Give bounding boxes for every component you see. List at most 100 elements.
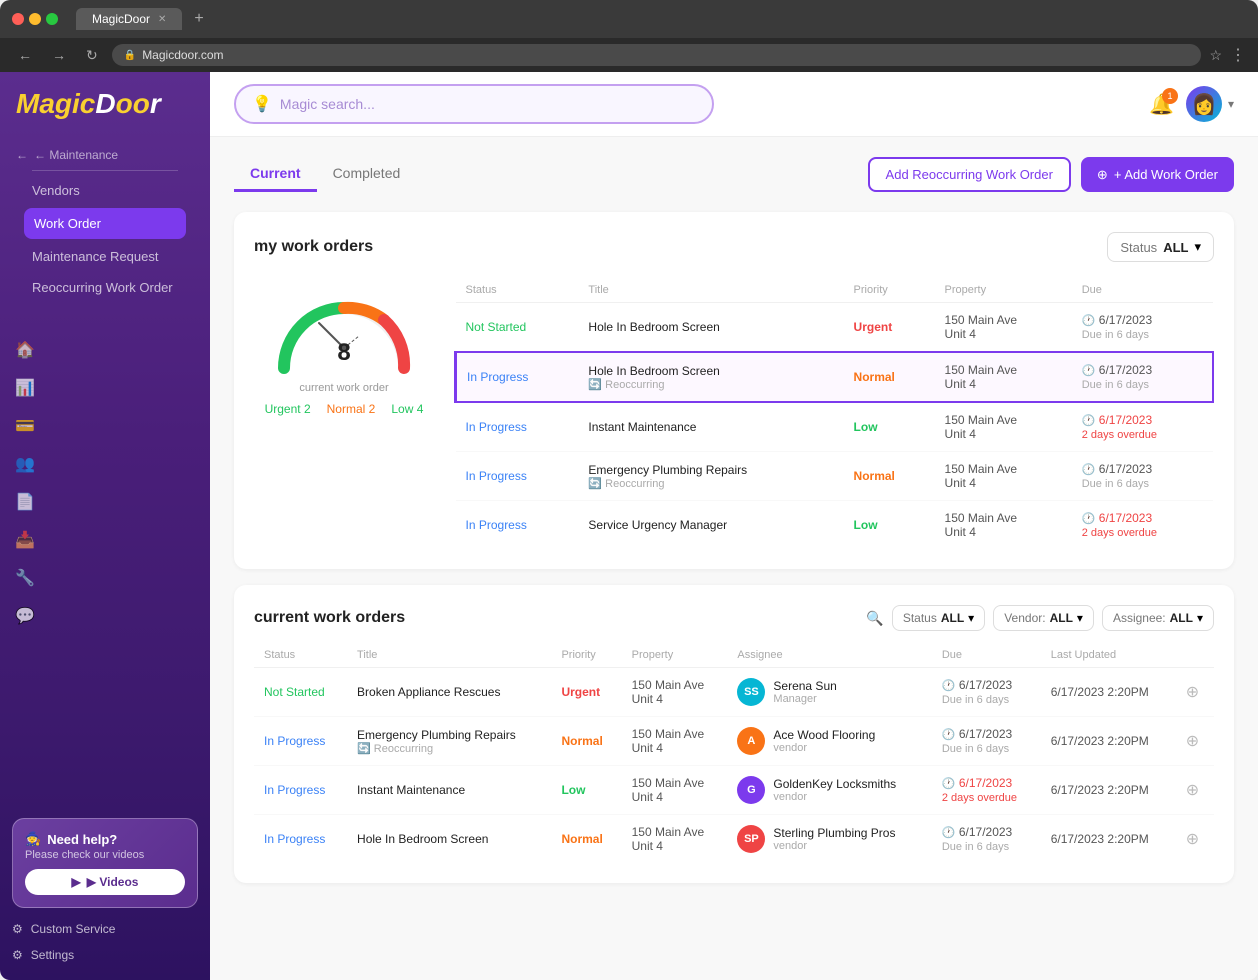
maximize-dot[interactable] — [46, 13, 58, 25]
tools-icon: 🔧 — [16, 569, 34, 587]
help-title: 🧙 Need help? — [25, 831, 185, 847]
tab-current[interactable]: Current — [234, 157, 317, 192]
forward-button[interactable]: → — [46, 45, 72, 65]
col-due: Due — [1072, 278, 1213, 303]
user-avatar-button[interactable]: 👩 ▾ — [1186, 86, 1234, 122]
assignee-info: Sterling Plumbing Pros vendor — [773, 826, 895, 852]
cwo-search-icon[interactable]: 🔍 — [866, 610, 883, 627]
nav-back-maintenance[interactable]: ← ← Maintenance — [16, 148, 194, 162]
row-action-icon[interactable]: ⊕ — [1186, 733, 1199, 750]
sidebar-item-work-order[interactable]: Work Order — [24, 208, 186, 239]
cwo-status-filter[interactable]: Status ALL ▾ — [892, 605, 985, 631]
last-updated-cell: 6/17/2023 2:20PM — [1051, 685, 1149, 699]
add-reoccurring-button[interactable]: Add Reoccurring Work Order — [868, 157, 1071, 192]
property-cell: 150 Main AveUnit 4 — [945, 462, 1018, 490]
chat-icon: 💬 — [16, 607, 34, 625]
sidebar-nav: ← ← Maintenance Vendors Work Order Maint… — [0, 132, 210, 806]
priority-badge: Low — [854, 518, 878, 532]
tab-completed[interactable]: Completed — [317, 157, 417, 192]
table-row[interactable]: In Progress Hole In Bedroom Screen 🔄 Reo… — [456, 352, 1214, 402]
back-button[interactable]: ← — [12, 45, 38, 65]
property-cell: 150 Main AveUnit 4 — [945, 363, 1018, 391]
property-cell: 150 Main AveUnit 4 — [945, 413, 1018, 441]
assignee-avatar: G — [737, 776, 765, 804]
assignee-info: Ace Wood Flooring vendor — [773, 728, 875, 754]
sidebar-item-maintenance-request[interactable]: Maintenance Request — [16, 241, 194, 272]
bookmark-icon[interactable]: ☆ — [1209, 47, 1222, 64]
priority-badge: Normal — [854, 370, 895, 384]
home-icon: 🏠 — [16, 341, 34, 359]
sidebar-divider — [32, 170, 178, 171]
row-action-icon[interactable]: ⊕ — [1186, 782, 1199, 799]
title-cell: Service Urgency Manager — [588, 518, 727, 532]
new-tab-button[interactable]: + — [194, 10, 203, 28]
gauge-number-text: 8 — [337, 339, 350, 366]
assignee-info: Serena Sun Manager — [773, 679, 836, 705]
address-bar[interactable]: 🔒 Magicdoor.com — [112, 44, 1202, 66]
nav-item-billing[interactable]: 💳 — [0, 407, 210, 445]
videos-button[interactable]: ▶ ▶ Videos — [25, 869, 185, 895]
table-row[interactable]: In Progress Instant Maintenance Low 150 … — [456, 402, 1214, 452]
status-badge: Not Started — [466, 320, 527, 334]
list-item[interactable]: In Progress Instant Maintenance Low 150 … — [254, 766, 1214, 815]
due-cell: 🕐 6/17/2023 Due in 6 days — [942, 727, 1012, 755]
sidebar-item-reoccurring-work-order[interactable]: Reoccurring Work Order — [16, 272, 194, 303]
custom-service-item[interactable]: ⚙ Custom Service — [12, 916, 198, 942]
cwo-status-value: ALL — [941, 611, 964, 625]
list-item[interactable]: In Progress Emergency Plumbing Repairs 🔄… — [254, 717, 1214, 766]
nav-item-home[interactable]: 🏠 — [0, 331, 210, 369]
cwo-vendor-filter[interactable]: Vendor: ALL ▾ — [993, 605, 1094, 631]
sidebar: MagicDoor ← ← Maintenance Vendors Work O… — [0, 72, 210, 980]
list-item[interactable]: Not Started Broken Appliance Rescues Urg… — [254, 668, 1214, 717]
add-work-order-button[interactable]: ⊕ + Add Work Order — [1081, 157, 1234, 192]
cwo-assignee-label: Assignee: — [1113, 611, 1166, 625]
due-cell-overdue: 🕐 6/17/2023 2 days overdue — [1082, 511, 1157, 539]
close-dot[interactable] — [12, 13, 24, 25]
gauge-area: 8 current work order Urgent 2 Normal 2 L… — [254, 278, 434, 416]
work-order-label: Work Order — [34, 216, 101, 231]
table-row[interactable]: In Progress Emergency Plumbing Repairs 🔄… — [456, 452, 1214, 501]
tab-title: MagicDoor — [92, 12, 150, 26]
browser-menu-icon[interactable]: ⋮ — [1230, 45, 1246, 65]
settings-item[interactable]: ⚙ Settings — [12, 942, 198, 968]
window-controls[interactable] — [12, 13, 58, 25]
due-cell: 🕐 6/17/2023 Due in 6 days — [1082, 363, 1152, 391]
nav-item-chat[interactable]: 💬 — [0, 597, 210, 635]
search-input[interactable] — [280, 96, 696, 112]
nav-item-lease[interactable]: 📄 — [0, 483, 210, 521]
current-work-orders-section: current work orders 🔍 Status ALL ▾ Vendo… — [234, 585, 1234, 883]
reoccurring-label: Reoccurring Work Order — [32, 280, 173, 295]
search-box[interactable]: 💡 — [234, 84, 714, 124]
row-action-icon[interactable]: ⊕ — [1186, 684, 1199, 701]
title-cell: Emergency Plumbing Repairs — [588, 463, 747, 477]
cwo-table: Status Title Priority Property Assignee … — [254, 643, 1214, 863]
my-work-orders-header: my work orders Status ALL ▾ — [254, 232, 1214, 262]
title-cell: Hole In Bedroom Screen — [588, 364, 719, 378]
nav-item-tools[interactable]: 🔧 — [0, 559, 210, 597]
status-filter-my[interactable]: Status ALL ▾ — [1107, 232, 1214, 262]
nav-item-tenants[interactable]: 👥 — [0, 445, 210, 483]
row-action-icon[interactable]: ⊕ — [1186, 831, 1199, 848]
reoccurring-tag: 🔄 Reoccurring — [588, 477, 833, 490]
avatar-image: 👩 — [1192, 92, 1217, 117]
tabs-actions: Add Reoccurring Work Order ⊕ + Add Work … — [868, 157, 1234, 192]
table-row[interactable]: In Progress Service Urgency Manager Low … — [456, 501, 1214, 550]
table-row[interactable]: Not Started Hole In Bedroom Screen Urgen… — [456, 303, 1214, 353]
title-cell: Hole In Bedroom Screen — [588, 320, 719, 334]
title-cell: Emergency Plumbing Repairs — [357, 728, 516, 742]
browser-tab[interactable]: MagicDoor ✕ — [76, 8, 182, 30]
cwo-assignee-filter[interactable]: Assignee: ALL ▾ — [1102, 605, 1214, 631]
nav-item-applications[interactable]: 📥 — [0, 521, 210, 559]
title-cell: Instant Maintenance — [588, 420, 696, 434]
nav-item-reports[interactable]: 📊 — [0, 369, 210, 407]
list-item[interactable]: In Progress Hole In Bedroom Screen Norma… — [254, 815, 1214, 864]
sidebar-item-vendors[interactable]: Vendors — [16, 175, 194, 206]
minimize-dot[interactable] — [29, 13, 41, 25]
col-status: Status — [456, 278, 579, 303]
tab-close-icon[interactable]: ✕ — [158, 14, 166, 25]
chevron-down-icon: ▾ — [1228, 97, 1234, 111]
reload-button[interactable]: ↻ — [80, 45, 104, 66]
notifications-button[interactable]: 🔔 1 — [1149, 92, 1174, 117]
maintenance-request-label: Maintenance Request — [32, 249, 158, 264]
status-badge: Not Started — [264, 685, 325, 699]
